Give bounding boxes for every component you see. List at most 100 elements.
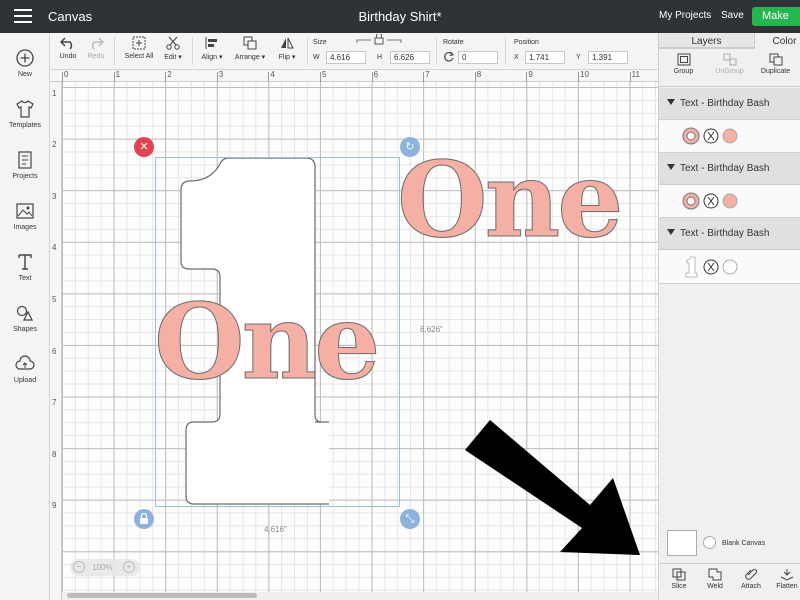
one-text-top[interactable]: One xyxy=(396,147,623,252)
layer-actions: Group UnGroup Duplicate xyxy=(659,49,800,87)
make-button[interactable]: Make xyxy=(752,7,800,26)
nav-text[interactable]: Text xyxy=(0,252,50,282)
toolbar-divider xyxy=(192,37,193,65)
layer-row[interactable] xyxy=(659,120,800,153)
duplicate-icon xyxy=(769,53,782,66)
zoom-out-button[interactable]: − xyxy=(73,561,85,573)
duplicate-button[interactable]: Duplicate xyxy=(753,53,798,75)
ruler-left-label: 3 xyxy=(52,191,57,201)
layers-panel: Layers Color Group UnGroup Duplicate Tex… xyxy=(658,33,800,600)
duplicate-label: Duplicate xyxy=(760,68,791,75)
slice-button[interactable]: Slice xyxy=(661,568,697,590)
edit-toolbar: Undo Redo Select All Edit ▾ Align ▾ Arra… xyxy=(50,33,658,70)
redo-button[interactable]: Redo xyxy=(84,36,108,60)
group-button[interactable]: Group xyxy=(661,53,706,75)
select-all-button[interactable]: Select All xyxy=(120,36,158,60)
ruler-top-label: 6 xyxy=(373,70,379,79)
flip-chevron-icon: ▾ xyxy=(291,54,296,61)
height-input[interactable]: 6.626 xyxy=(390,51,430,64)
zoom-in-button[interactable]: + xyxy=(123,561,135,573)
flatten-button[interactable]: Flatten xyxy=(769,568,800,590)
layer-group-title: Text - Birthday Bash xyxy=(680,228,770,239)
size-lock-icon[interactable] xyxy=(355,34,403,45)
horizontal-scrollbar[interactable] xyxy=(62,592,658,600)
tab-layers[interactable]: Layers xyxy=(659,33,754,49)
layer-group[interactable]: Text - Birthday Bash xyxy=(659,88,800,120)
nav-images[interactable]: Images xyxy=(0,201,50,231)
lock-handle[interactable] xyxy=(134,509,154,529)
image-icon xyxy=(16,203,34,219)
nav-templates[interactable]: Templates xyxy=(0,99,50,129)
rotate-icon xyxy=(444,51,455,62)
ruler-left-label: 6 xyxy=(52,346,57,356)
layer-group[interactable]: Text - Birthday Bash xyxy=(659,153,800,185)
blank-canvas-label: Blank Canvas xyxy=(722,540,766,547)
flip-label: Flip xyxy=(278,54,290,61)
toolbar-divider xyxy=(114,37,115,65)
ruler-top-label: 9 xyxy=(528,70,533,79)
document-title[interactable]: Birthday Shirt* xyxy=(358,9,441,24)
undo-label: Undo xyxy=(59,53,77,60)
ruler-top-label: 2 xyxy=(167,70,172,79)
ruler-tick xyxy=(474,72,476,82)
my-projects-link[interactable]: My Projects xyxy=(659,10,711,21)
arrange-chevron-icon: ▾ xyxy=(261,54,266,61)
arrange-menu-button[interactable]: Arrange ▾ xyxy=(230,36,270,61)
attach-button[interactable]: Attach xyxy=(733,568,769,590)
nav-projects-label: Projects xyxy=(12,173,38,180)
layer-row[interactable] xyxy=(659,185,800,218)
position-y-input[interactable]: 1.391 xyxy=(588,51,628,64)
slice-label: Slice xyxy=(671,583,687,590)
nav-shapes-label: Shapes xyxy=(13,326,37,333)
app-title: Canvas xyxy=(48,9,93,24)
nav-upload[interactable]: Upload xyxy=(0,354,50,384)
ungroup-button[interactable]: UnGroup xyxy=(707,53,752,75)
weld-icon xyxy=(708,568,722,581)
flatten-label: Flatten xyxy=(776,583,798,590)
path-actions: Slice Weld Attach Flatten xyxy=(659,563,800,600)
nav-projects[interactable]: Projects xyxy=(0,150,50,180)
expand-triangle-icon xyxy=(667,164,675,170)
ruler-left-label: 7 xyxy=(52,398,57,408)
width-dimension: 4.616" xyxy=(264,525,287,534)
align-menu-button[interactable]: Align ▾ xyxy=(196,36,228,61)
flatten-icon xyxy=(780,569,794,581)
layer-group[interactable]: Text - Birthday Bash xyxy=(659,218,800,250)
weld-button[interactable]: Weld xyxy=(697,568,733,590)
blank-canvas-toggle[interactable] xyxy=(703,536,716,549)
one-text-middle[interactable]: One xyxy=(153,289,380,394)
lock-icon xyxy=(140,512,148,524)
position-x-input[interactable]: 1.741 xyxy=(525,51,565,64)
resize-handle[interactable]: ⤡ xyxy=(400,509,420,529)
save-button[interactable]: Save xyxy=(721,10,744,21)
hamburger-menu-icon[interactable] xyxy=(14,9,32,23)
layer-row[interactable] xyxy=(659,250,800,284)
ruler-tick xyxy=(113,72,115,82)
group-label: Group xyxy=(673,68,694,75)
rotate-input[interactable]: 0 xyxy=(458,51,498,64)
ruler-top-label: 7 xyxy=(425,70,430,79)
toolbar-divider xyxy=(505,37,506,65)
delete-handle[interactable]: ✕ xyxy=(134,137,154,157)
close-icon: ✕ xyxy=(139,141,149,153)
ruler-left-label: 4 xyxy=(52,243,57,253)
rotate-handle[interactable]: ↻ xyxy=(400,137,420,157)
nav-shapes[interactable]: Shapes xyxy=(0,303,50,333)
tab-color[interactable]: Color xyxy=(754,33,800,49)
undo-button[interactable]: Undo xyxy=(56,36,80,60)
color-swatch[interactable] xyxy=(722,259,738,275)
edit-chevron-icon: ▾ xyxy=(178,54,182,61)
nav-new[interactable]: New xyxy=(0,48,50,78)
ruler-left-label: 8 xyxy=(52,449,57,459)
y-label: Y xyxy=(576,54,581,61)
shapes-icon xyxy=(16,305,33,321)
color-swatch[interactable] xyxy=(722,128,738,144)
width-input[interactable]: 4.616 xyxy=(326,51,366,64)
ruler-left-label: 9 xyxy=(52,501,57,511)
color-swatch[interactable] xyxy=(722,193,738,209)
blank-canvas-swatch[interactable] xyxy=(667,530,697,556)
ruler-tick xyxy=(629,72,631,82)
scrollbar-thumb[interactable] xyxy=(67,593,257,598)
flip-menu-button[interactable]: Flip ▾ xyxy=(272,36,302,61)
edit-menu-button[interactable]: Edit ▾ xyxy=(160,36,186,61)
